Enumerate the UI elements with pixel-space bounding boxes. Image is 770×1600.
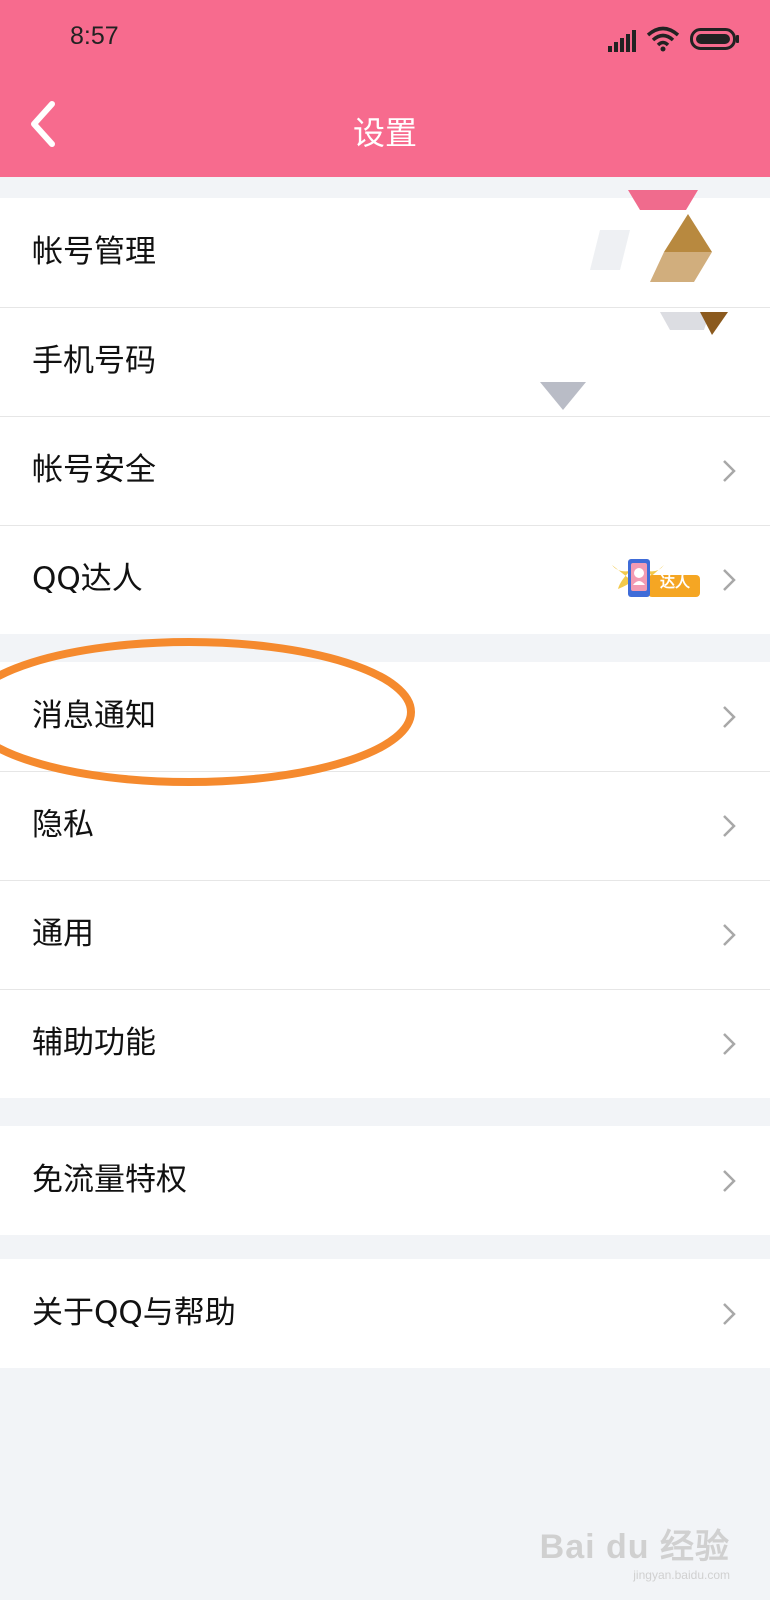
battery-icon [690,28,739,50]
chevron-right-icon [723,460,736,482]
settings-item-label: 通用 [32,916,94,952]
settings-item-qq-daren[interactable]: QQ达人 达人 [0,525,770,634]
settings-group-data: 免流量特权 [0,1126,770,1235]
settings-group-account: 帐号管理 手机号码 帐号安全 QQ达人 达人 [0,198,770,634]
settings-item-label: 手机号码 [32,343,156,379]
status-time: 8:57 [70,22,119,50]
chevron-right-icon [723,1170,736,1192]
wifi-icon [646,26,680,52]
signal-icon [608,30,636,52]
settings-item-label: 隐私 [32,807,94,843]
settings-item-accessibility[interactable]: 辅助功能 [0,989,770,1098]
settings-item-data-free-privilege[interactable]: 免流量特权 [0,1126,770,1235]
chevron-right-icon [723,924,736,946]
watermark-url: jingyan.baidu.com [633,1568,730,1582]
settings-item-phone-number[interactable]: 手机号码 [0,307,770,416]
watermark-logo: Bai du 经验 [539,1528,730,1566]
chevron-right-icon [723,569,736,591]
settings-item-label: 辅助功能 [32,1025,156,1061]
settings-item-label: 关于QQ与帮助 [32,1295,236,1331]
settings-item-privacy[interactable]: 隐私 [0,771,770,880]
settings-item-label: QQ达人 [32,561,143,597]
settings-item-general[interactable]: 通用 [0,880,770,989]
chevron-right-icon [723,1033,736,1055]
chevron-right-icon [723,706,736,728]
page-title: 设置 [352,114,417,152]
settings-item-label: 消息通知 [32,698,156,734]
settings-item-about-help[interactable]: 关于QQ与帮助 [0,1259,770,1368]
chevron-right-icon [723,1303,736,1325]
app-header: 8:57 设置 [0,0,770,177]
settings-group-about: 关于QQ与帮助 [0,1259,770,1368]
chevron-right-icon [723,815,736,837]
settings-item-label: 帐号安全 [32,452,156,488]
settings-group-general: 消息通知 隐私 通用 辅助功能 [0,662,770,1098]
settings-item-label: 帐号管理 [32,234,156,270]
settings-item-label: 免流量特权 [32,1162,187,1198]
qq-daren-badge-icon: 达人 [608,555,702,601]
watermark: Bai du 经验 jingyan.baidu.com [540,1519,730,1582]
badge-text: 达人 [660,573,691,591]
settings-item-notifications[interactable]: 消息通知 [0,662,770,771]
status-icons [608,24,740,56]
settings-item-account-security[interactable]: 帐号安全 [0,416,770,525]
settings-item-account-management[interactable]: 帐号管理 [0,198,770,307]
